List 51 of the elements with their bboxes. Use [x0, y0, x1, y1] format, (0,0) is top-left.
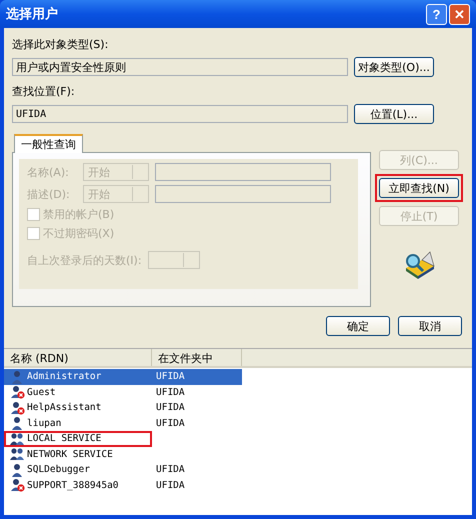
user-name: NETWORK SERVICE	[27, 448, 113, 460]
disabled-user-icon	[10, 385, 25, 400]
field-label: 选择此对象类型(S):	[12, 37, 110, 51]
folder-name: UFIDA	[156, 480, 185, 491]
input-field[interactable]	[155, 185, 331, 203]
days-dropdown[interactable]	[148, 251, 200, 269]
result-row[interactable]: HelpAssistant UFIDA	[4, 400, 472, 416]
user-name: SUPPORT_388945a0	[27, 480, 119, 491]
query-button[interactable]: 立即查找(N)	[379, 178, 459, 198]
column-header[interactable]: 在文件夹中	[152, 349, 242, 366]
user-name: HelpAssistant	[27, 402, 102, 414]
folder-name: UFIDA	[156, 418, 185, 429]
column-header[interactable]: 名称 (RDN)	[4, 349, 152, 366]
user-icon	[10, 462, 25, 477]
folder-name: UFIDA	[156, 371, 185, 382]
result-row[interactable]: LOCAL SERVICE	[4, 431, 472, 446]
close-button[interactable]: ✕	[449, 4, 470, 24]
user-name: Guest	[27, 386, 56, 398]
field-label: 名称(A):	[27, 164, 70, 180]
user-name: SQLDebugger	[27, 464, 90, 476]
result-row[interactable]: liupan UFIDA	[4, 416, 472, 431]
input-field[interactable]	[155, 163, 331, 181]
user-icon	[10, 416, 25, 430]
result-row[interactable]: SUPPORT_388945a0 UFIDA	[4, 478, 472, 493]
object-type-field[interactable]: 用户或内置安全性原则	[12, 58, 348, 76]
user-icon	[10, 370, 25, 384]
tab[interactable]: 一般性查询	[14, 134, 83, 153]
disabled-user-icon	[10, 478, 25, 492]
group-icon	[10, 447, 25, 462]
locations-button[interactable]: 位置(L)...	[354, 104, 434, 124]
object-types-button[interactable]: 对象类型(O)...	[354, 57, 434, 77]
field-label: 自上次登录后的天数(I):	[27, 252, 142, 268]
user-name: LOCAL SERVICE	[27, 433, 102, 444]
field-label: 描述(D):	[27, 186, 71, 202]
field-label: 查找位置(F):	[12, 84, 76, 98]
window-title: 选择用户	[6, 6, 58, 23]
location-field[interactable]: UFIDA	[12, 105, 348, 123]
folder-name: UFIDA	[156, 402, 185, 414]
folder-name: UFIDA	[156, 464, 185, 476]
cancel-button[interactable]: 取消	[398, 316, 462, 336]
help-button[interactable]: ?	[426, 4, 447, 24]
result-row[interactable]: NETWORK SERVICE	[4, 446, 472, 462]
result-row[interactable]: SQLDebugger UFIDA	[4, 462, 472, 478]
ok-button[interactable]: 确定	[326, 316, 390, 336]
checkbox-label: 禁用的帐户(B)	[43, 207, 114, 222]
checkbox-label: 不过期密码(X)	[43, 226, 114, 241]
folder-name: UFIDA	[156, 386, 185, 398]
result-row[interactable]: Guest UFIDA	[4, 384, 472, 400]
group-icon	[10, 432, 25, 446]
user-name: liupan	[27, 418, 62, 429]
disabled-user-icon	[10, 400, 25, 415]
